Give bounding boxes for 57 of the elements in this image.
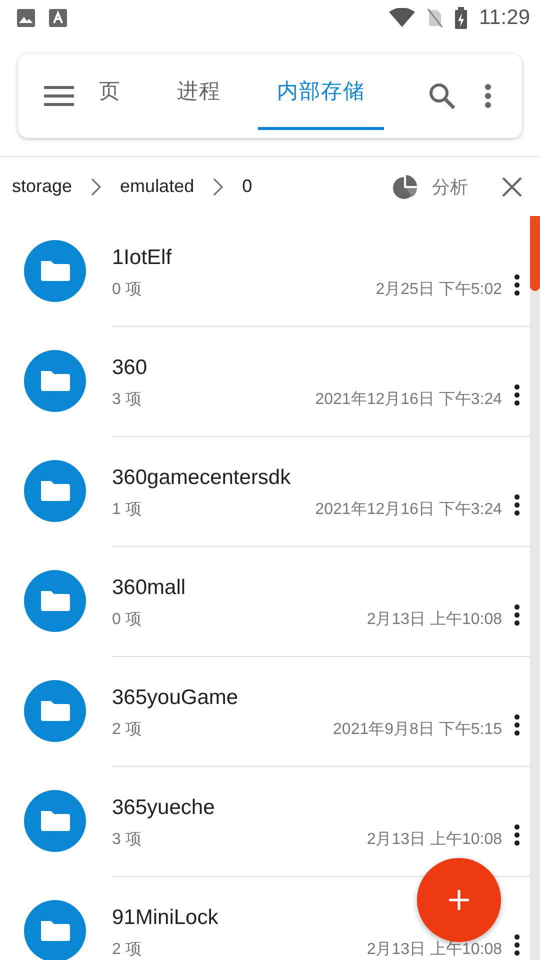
item-count: 2 项	[112, 720, 142, 740]
tab[interactable]: 进程	[158, 54, 240, 130]
folder-name: 1IotElf	[112, 246, 173, 270]
modified-date: 2月13日 上午10:08	[366, 610, 502, 630]
analyze-link[interactable]: 分析	[432, 174, 468, 198]
plus-icon[interactable]	[447, 888, 471, 912]
breadcrumb-item[interactable]: emulated	[120, 176, 194, 197]
modified-date: 2月25日 下午5:02	[376, 280, 502, 300]
folder-name: 360	[112, 356, 148, 380]
breadcrumb-item[interactable]: storage	[12, 176, 72, 197]
tab[interactable]: 内部存储	[258, 54, 384, 130]
folder-icon	[24, 790, 86, 852]
folder-icon	[24, 460, 86, 522]
close-icon[interactable]	[502, 176, 522, 196]
item-count: 1 项	[112, 500, 142, 520]
more-options-icon[interactable]	[514, 274, 520, 296]
add-button[interactable]	[417, 858, 501, 942]
image-icon	[16, 8, 36, 28]
font-icon	[48, 8, 68, 28]
folder-name: 360gamecentersdk	[112, 466, 292, 490]
more-options-icon[interactable]	[514, 384, 520, 406]
item-count: 3 项	[112, 830, 142, 850]
folder-name: 91MiniLock	[112, 906, 220, 930]
item-count: 0 项	[112, 610, 142, 630]
folder-icon	[24, 900, 86, 960]
wifi-icon	[389, 8, 415, 28]
item-count: 0 项	[112, 280, 142, 300]
battery-charging-icon	[455, 7, 467, 29]
more-options-icon[interactable]	[514, 494, 520, 516]
folder-name: 365yueche	[112, 796, 216, 820]
modified-date: 2月13日 上午10:08	[366, 940, 502, 960]
no-sim-icon	[427, 8, 443, 28]
chevron-right-icon	[90, 176, 102, 196]
folder-icon	[24, 350, 86, 412]
folder-name: 365youGame	[112, 686, 240, 710]
folder-icon	[24, 240, 86, 302]
folder-icon	[24, 680, 86, 742]
tab[interactable]: 页	[80, 54, 140, 130]
folder-name: 360mall	[112, 576, 187, 600]
item-count: 2 项	[112, 940, 142, 960]
more-options-icon[interactable]	[514, 604, 520, 626]
breadcrumb-item[interactable]: 0	[242, 176, 252, 197]
modified-date: 2月13日 上午10:08	[366, 830, 502, 850]
menu-icon[interactable]	[44, 84, 74, 108]
modified-date: 2021年12月16日 下午3:24	[315, 500, 502, 520]
modified-date: 2021年9月8日 下午5:15	[333, 720, 502, 740]
more-options-icon[interactable]	[514, 714, 520, 736]
item-count: 3 项	[112, 390, 142, 410]
more-options-icon[interactable]	[514, 824, 520, 846]
modified-date: 2021年12月16日 下午3:24	[315, 390, 502, 410]
clock-time: 11:29	[479, 6, 530, 30]
scrollbar-thumb[interactable]	[530, 216, 540, 291]
search-icon[interactable]	[428, 82, 456, 110]
folder-icon	[24, 570, 86, 632]
pie-chart-icon[interactable]	[392, 174, 418, 200]
chevron-right-icon	[212, 176, 224, 196]
more-options-icon[interactable]	[514, 934, 520, 956]
